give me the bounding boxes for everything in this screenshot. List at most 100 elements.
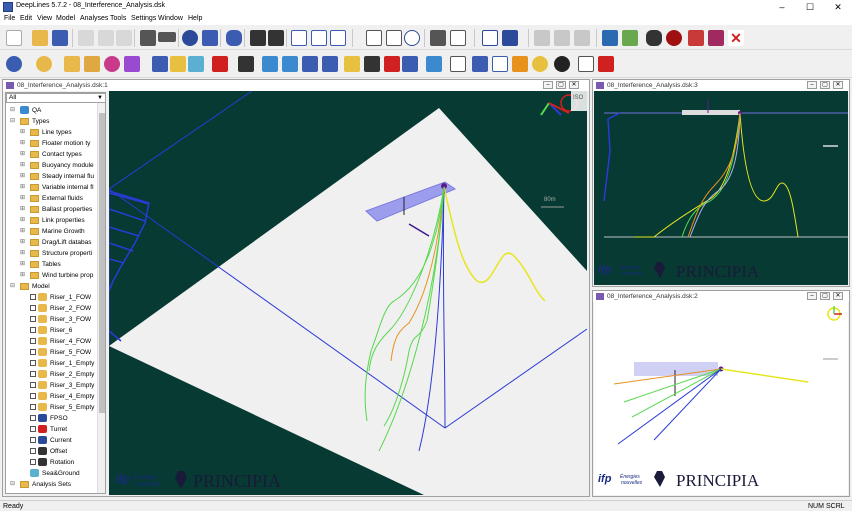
tree-item[interactable]: ⊞ Ballast properties xyxy=(20,204,92,215)
visibility-checkbox[interactable] xyxy=(30,393,36,400)
tree-filter-select[interactable]: All ▼ xyxy=(6,93,106,103)
expand-toggle-icon[interactable]: ⊞ xyxy=(20,140,27,147)
tree-item[interactable]: Riser_4_FOW xyxy=(30,336,91,347)
visibility-checkbox[interactable] xyxy=(30,360,36,367)
bottle-icon[interactable] xyxy=(188,56,204,72)
vertical-arrow-icon[interactable] xyxy=(622,30,638,46)
help-icon[interactable] xyxy=(182,30,198,46)
gear-icon[interactable] xyxy=(708,30,724,46)
cut-icon[interactable] xyxy=(78,30,94,46)
banana-icon[interactable] xyxy=(532,56,548,72)
tree-scrollbar-thumb[interactable] xyxy=(99,113,105,413)
sphere-icon[interactable] xyxy=(6,56,22,72)
main-view-minimize[interactable]: – xyxy=(543,81,553,89)
visibility-checkbox[interactable] xyxy=(30,448,36,455)
node-icon[interactable] xyxy=(602,30,618,46)
anchor-icon[interactable] xyxy=(104,56,120,72)
tree-item[interactable]: ⊞ Marine Growth xyxy=(20,226,85,237)
probe-icon[interactable] xyxy=(646,30,662,46)
open-folder-icon[interactable] xyxy=(32,30,48,46)
tree-item[interactable]: Turret xyxy=(30,424,67,435)
expand-toggle-icon[interactable]: ⊞ xyxy=(20,261,27,268)
data-file-icon[interactable] xyxy=(450,30,466,46)
load-icon[interactable] xyxy=(344,56,360,72)
search-icon[interactable] xyxy=(330,30,346,46)
camera-icon[interactable] xyxy=(140,30,156,46)
calculator-icon[interactable] xyxy=(430,30,446,46)
top-right-minimize[interactable]: – xyxy=(807,81,817,89)
measure-icon[interactable] xyxy=(450,56,466,72)
visibility-checkbox[interactable] xyxy=(30,371,36,378)
tree-item[interactable]: ⊞ Structure properti xyxy=(20,248,92,259)
copy-icon[interactable] xyxy=(98,30,114,46)
clear-icon[interactable] xyxy=(554,30,570,46)
tree-item[interactable]: Riser_4_Empty xyxy=(30,391,94,402)
top-right-close[interactable]: ✕ xyxy=(833,81,843,89)
save-icon[interactable] xyxy=(52,30,68,46)
expand-toggle-icon[interactable]: ⊞ xyxy=(20,239,27,246)
menu-view[interactable]: View xyxy=(37,15,52,22)
link-icon[interactable] xyxy=(238,56,254,72)
menu-edit[interactable]: Edit xyxy=(20,15,32,22)
bottom-right-minimize[interactable]: – xyxy=(807,292,817,300)
turbine-icon[interactable] xyxy=(426,56,442,72)
expand-toggle-icon[interactable]: ⊞ xyxy=(20,250,27,257)
structure-icon[interactable] xyxy=(302,56,318,72)
paperclip-icon[interactable] xyxy=(366,30,382,46)
buoy-icon[interactable] xyxy=(64,56,80,72)
diamond-icon[interactable] xyxy=(124,56,140,72)
visibility-checkbox[interactable] xyxy=(30,459,36,466)
tree-item[interactable]: ⊞ Line types xyxy=(20,127,72,138)
grid-icon[interactable] xyxy=(402,56,418,72)
plot-icon[interactable] xyxy=(482,30,498,46)
export-icon[interactable] xyxy=(311,30,327,46)
run-icon[interactable] xyxy=(250,30,266,46)
visibility-checkbox[interactable] xyxy=(30,305,36,312)
tree-item[interactable]: Riser_6 xyxy=(30,325,72,336)
riser-add-icon[interactable] xyxy=(36,56,52,72)
erase-icon[interactable] xyxy=(534,30,550,46)
tree-item[interactable]: ⊞ Drag/Lift databas xyxy=(20,237,92,248)
tree-item[interactable]: ⊞ Buoyancy module xyxy=(20,160,94,171)
spring-icon[interactable] xyxy=(212,56,228,72)
visibility-checkbox[interactable] xyxy=(30,437,36,444)
visibility-checkbox[interactable] xyxy=(30,415,36,422)
panel-icon[interactable] xyxy=(282,56,298,72)
tree-item[interactable]: Rotation xyxy=(30,457,74,468)
close-button[interactable]: ✕ xyxy=(824,0,852,14)
visibility-checkbox[interactable] xyxy=(30,349,36,356)
expand-toggle-icon[interactable]: ⊟ xyxy=(10,107,17,114)
tree-item[interactable]: ⊞ Link properties xyxy=(20,215,85,226)
bottom-right-close[interactable]: ✕ xyxy=(833,292,843,300)
visibility-checkbox[interactable] xyxy=(30,404,36,411)
run-batch-icon[interactable] xyxy=(268,30,284,46)
tree-item[interactable]: Riser_5_FOW xyxy=(30,347,91,358)
tree-item[interactable]: ⊞ Contact types xyxy=(20,149,82,160)
clock-icon[interactable] xyxy=(404,30,420,46)
expand-toggle-icon[interactable]: ⊟ xyxy=(10,283,17,290)
visibility-checkbox[interactable] xyxy=(30,316,36,323)
tree-item[interactable]: Offset xyxy=(30,446,67,457)
constraint-icon[interactable] xyxy=(384,56,400,72)
tree-item[interactable]: ⊟ Model xyxy=(10,281,50,292)
top-right-restore[interactable]: ▢ xyxy=(820,81,830,89)
main-3d-viewport[interactable]: 80m ISO ifp Énergies nouvelles PRINCIPIA xyxy=(109,91,587,495)
tree-item[interactable]: ⊞ Wind turbine prop xyxy=(20,270,93,281)
tree-item[interactable]: Riser_5_Empty xyxy=(30,402,94,413)
expand-toggle-icon[interactable]: ⊟ xyxy=(10,118,17,125)
visibility-checkbox[interactable] xyxy=(30,382,36,389)
new-file-icon[interactable] xyxy=(6,30,22,46)
robot-icon[interactable] xyxy=(226,30,242,46)
expand-toggle-icon[interactable]: ⊞ xyxy=(20,151,27,158)
tree-item[interactable]: ⊟ QA xyxy=(10,105,41,116)
tree-item[interactable]: Riser_3_FOW xyxy=(30,314,91,325)
tree-item[interactable]: Riser_3_Empty xyxy=(30,380,94,391)
pipe-icon[interactable] xyxy=(152,56,168,72)
visibility-checkbox[interactable] xyxy=(30,327,36,334)
minimize-button[interactable]: – xyxy=(768,0,796,14)
support-icon[interactable] xyxy=(364,56,380,72)
expand-toggle-icon[interactable]: ⊞ xyxy=(20,129,27,136)
compass-icon[interactable] xyxy=(554,56,570,72)
time-icon[interactable] xyxy=(386,30,402,46)
puzzle-icon[interactable] xyxy=(688,30,704,46)
